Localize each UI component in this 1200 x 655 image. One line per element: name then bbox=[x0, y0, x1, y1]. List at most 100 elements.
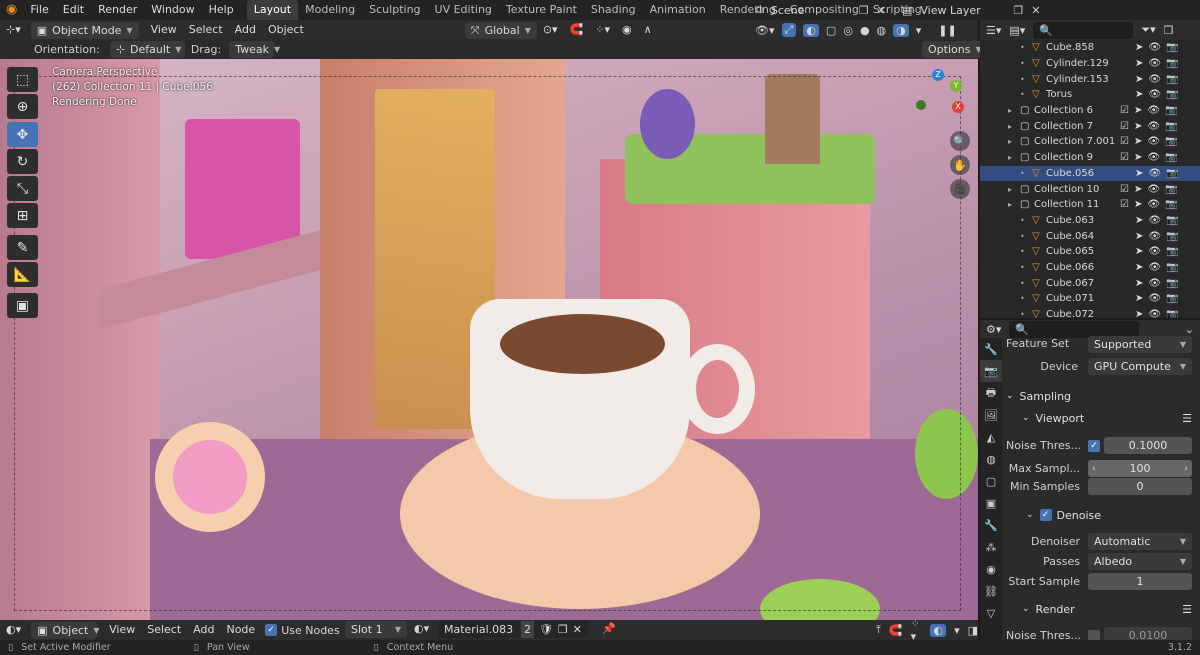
tab-modeling[interactable]: Modeling bbox=[298, 0, 362, 20]
disclosure-triangle-icon[interactable]: ▸ bbox=[1008, 200, 1012, 209]
cursor-tool-icon[interactable]: ⊕ bbox=[7, 94, 38, 119]
eye-icon[interactable]: 👁 bbox=[1147, 105, 1160, 116]
move-tool-icon[interactable]: ✥ bbox=[7, 122, 38, 147]
collection-tab-icon[interactable]: ▢ bbox=[980, 470, 1002, 492]
view-layer-icon[interactable]: ▤ bbox=[902, 4, 912, 17]
eye-icon[interactable]: 👁 bbox=[1148, 231, 1161, 242]
eye-icon[interactable]: 👁 bbox=[1148, 168, 1161, 179]
transform-tool-icon[interactable]: ⊞ bbox=[7, 203, 38, 228]
selectable-arrow-icon[interactable]: ➤ bbox=[1134, 136, 1142, 147]
shading-options-icon[interactable]: ▾ bbox=[916, 24, 922, 37]
visibility-icon[interactable]: 👁▾ bbox=[755, 24, 775, 37]
menu-object[interactable]: Object bbox=[262, 20, 310, 40]
render-camera-icon[interactable]: 📷 bbox=[1166, 231, 1178, 242]
material-browse-icon[interactable]: ◐▾ bbox=[414, 622, 429, 635]
sidebar-icon[interactable]: ◨ bbox=[968, 624, 978, 637]
eye-icon[interactable]: 👁 bbox=[1148, 215, 1161, 226]
xray-icon[interactable]: ▢ bbox=[826, 24, 836, 37]
tab-sculpting[interactable]: Sculpting bbox=[362, 0, 427, 20]
render-camera-icon[interactable]: 📷 bbox=[1166, 293, 1178, 304]
outliner-object-row[interactable]: • ▽ Cube.858 ➤ 👁 📷 bbox=[980, 40, 1200, 56]
checkbox-unchecked-icon[interactable] bbox=[1088, 630, 1100, 640]
tab-uv-editing[interactable]: UV Editing bbox=[428, 0, 499, 20]
gizmo-x-axis[interactable]: X bbox=[952, 101, 964, 113]
proportional-edit-icon[interactable]: ◉ bbox=[616, 20, 638, 40]
scene-name[interactable]: Scene bbox=[771, 4, 851, 17]
data-tab-icon[interactable]: ▽ bbox=[980, 602, 1002, 624]
properties-editor-icon[interactable]: ⚙▾ bbox=[986, 323, 1001, 336]
tab-texture-paint[interactable]: Texture Paint bbox=[499, 0, 584, 20]
modifier-tab-icon[interactable]: 🔧 bbox=[980, 514, 1002, 536]
gizmo-y-axis[interactable]: Y bbox=[950, 80, 962, 92]
shading-rendered-icon[interactable]: ◑ bbox=[893, 23, 909, 37]
viewport-subpanel-header[interactable]: ⌄ Viewport ☰ bbox=[1022, 408, 1192, 428]
eye-icon[interactable]: 👁 bbox=[1148, 309, 1161, 318]
eye-icon[interactable]: 👁 bbox=[1147, 136, 1160, 147]
parent-node-icon[interactable]: ⤒ bbox=[876, 623, 881, 637]
add-cube-tool-icon[interactable]: ▣ bbox=[7, 293, 38, 318]
outliner-object-row[interactable]: • ▽ Cube.063 ➤ 👁 📷 bbox=[980, 213, 1200, 229]
render-camera-icon[interactable]: 📷 bbox=[1165, 105, 1177, 116]
drag-dropdown[interactable]: Tweak ▼ bbox=[229, 41, 280, 58]
remove-view-layer-icon[interactable]: ✕ bbox=[1031, 4, 1040, 17]
increment-icon[interactable]: › bbox=[1184, 464, 1188, 474]
shading-solid-icon[interactable]: ● bbox=[860, 24, 870, 37]
object-type-selector[interactable]: ▣ Object ▼ bbox=[31, 621, 100, 639]
denoiser-dropdown[interactable]: Automatic ▼ bbox=[1088, 533, 1192, 550]
3d-viewport[interactable]: Camera Perspective (262) Collection 11 |… bbox=[0, 59, 978, 620]
selectable-arrow-icon[interactable]: ➤ bbox=[1135, 74, 1143, 85]
select-box-tool-icon[interactable]: ⬚ bbox=[7, 67, 38, 92]
render-camera-icon[interactable]: 📷 bbox=[1165, 121, 1177, 132]
render-camera-icon[interactable]: 📷 bbox=[1166, 262, 1178, 273]
selectable-arrow-icon[interactable]: ➤ bbox=[1134, 199, 1142, 210]
falloff-icon[interactable]: ∧ bbox=[638, 20, 658, 40]
duplicate-icon[interactable]: ❐ bbox=[558, 621, 568, 638]
tab-shading[interactable]: Shading bbox=[584, 0, 643, 20]
object-tab-icon[interactable]: ▣ bbox=[980, 492, 1002, 514]
menu-view[interactable]: View bbox=[145, 20, 183, 40]
constraints-tab-icon[interactable]: ⛓ bbox=[980, 580, 1002, 602]
view-layer-name[interactable]: View Layer bbox=[920, 4, 1005, 17]
menu-node[interactable]: Node bbox=[220, 620, 261, 640]
view-layer-tab-icon[interactable]: 🖼 bbox=[980, 404, 1002, 426]
outliner-collection-row[interactable]: ▸ ▢ Collection 11 ☑ ➤ 👁 📷 bbox=[980, 197, 1200, 213]
menu-file[interactable]: File bbox=[23, 0, 55, 20]
noise-threshold-field[interactable]: 0.1000 bbox=[1104, 437, 1192, 454]
outliner-object-row[interactable]: • ▽ Cylinder.153 ➤ 👁 📷 bbox=[980, 71, 1200, 87]
tab-animation[interactable]: Animation bbox=[643, 0, 713, 20]
include-checkbox-icon[interactable]: ☑ bbox=[1120, 105, 1129, 116]
editor-type-icon[interactable]: ⊹▾ bbox=[0, 20, 27, 40]
render-camera-icon[interactable]: 📷 bbox=[1165, 199, 1177, 210]
menu-render[interactable]: Render bbox=[91, 0, 144, 20]
selectable-arrow-icon[interactable]: ➤ bbox=[1135, 58, 1143, 69]
sampling-panel-header[interactable]: ⌄ Sampling bbox=[1006, 386, 1196, 406]
mode-selector[interactable]: ▣ Object Mode ▼ bbox=[30, 21, 139, 39]
selectable-arrow-icon[interactable]: ➤ bbox=[1135, 215, 1143, 226]
selectable-arrow-icon[interactable]: ➤ bbox=[1134, 152, 1142, 163]
presets-icon[interactable]: ☰ bbox=[1182, 412, 1192, 425]
overlay-options-icon[interactable]: ▾ bbox=[954, 624, 960, 637]
eye-icon[interactable]: 👁 bbox=[1148, 262, 1161, 273]
outliner-object-row[interactable]: • ▽ Torus ➤ 👁 📷 bbox=[980, 87, 1200, 103]
menu-add[interactable]: Add bbox=[187, 620, 220, 640]
remove-scene-icon[interactable]: ✕ bbox=[877, 4, 886, 17]
new-scene-icon[interactable]: ❐ bbox=[859, 4, 869, 17]
eye-icon[interactable]: 👁 bbox=[1147, 152, 1160, 163]
unlink-icon[interactable]: ✕ bbox=[573, 621, 582, 638]
feature-set-dropdown[interactable]: Supported ▼ bbox=[1088, 336, 1192, 353]
render-camera-icon[interactable]: 📷 bbox=[1166, 215, 1178, 226]
presets-icon[interactable]: ☰ bbox=[1182, 603, 1192, 616]
new-collection-icon[interactable]: ❐ bbox=[1164, 24, 1174, 37]
options-dropdown[interactable]: Options ▼ bbox=[922, 41, 988, 58]
new-view-layer-icon[interactable]: ❐ bbox=[1013, 4, 1023, 17]
outliner-object-row[interactable]: • ▽ Cube.056 ➤ 👁 📷 bbox=[980, 165, 1200, 182]
selectable-arrow-icon[interactable]: ➤ bbox=[1135, 262, 1143, 273]
pivot-point-icon[interactable]: ⊙▾ bbox=[537, 20, 564, 40]
slot-selector[interactable]: Slot 1 ▼ bbox=[345, 621, 407, 638]
scale-tool-icon[interactable]: ⤡ bbox=[7, 176, 38, 201]
outliner-editor-icon[interactable]: ☰▾ bbox=[986, 24, 1001, 37]
annotate-tool-icon[interactable]: ✎ bbox=[7, 235, 38, 260]
outliner-object-row[interactable]: • ▽ Cube.065 ➤ 👁 📷 bbox=[980, 244, 1200, 260]
selectable-arrow-icon[interactable]: ➤ bbox=[1134, 184, 1142, 195]
eye-icon[interactable]: 👁 bbox=[1147, 199, 1160, 210]
